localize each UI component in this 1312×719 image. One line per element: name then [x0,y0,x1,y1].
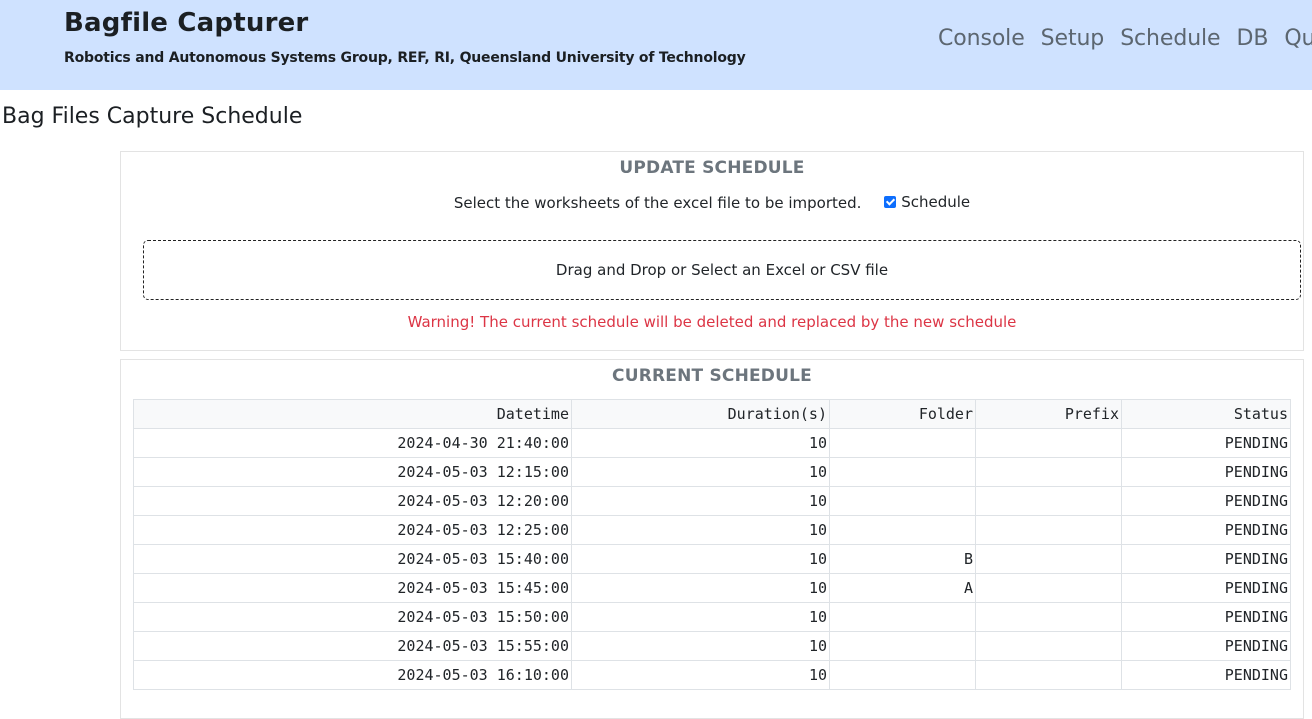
prefix-cell [975,631,1122,661]
update-schedule-card: UPDATE SCHEDULE Select the worksheets of… [120,151,1304,351]
table-row[interactable]: 2024-05-03 12:25:00 10 PENDING [133,515,1291,545]
top-nav: Console Setup Schedule DB Qu [938,26,1312,51]
duration-cell: 10 [571,631,830,661]
current-schedule-card: CURRENT SCHEDULE Datetime Duration(s) Fo… [120,359,1304,719]
status-cell: PENDING [1121,573,1291,603]
prefix-cell [975,573,1122,603]
datetime-cell: 2024-05-03 16:10:00 [133,660,572,690]
datetime-cell: 2024-05-03 15:55:00 [133,631,572,661]
status-cell: PENDING [1121,457,1291,487]
datetime-cell: 2024-05-03 15:45:00 [133,573,572,603]
duration-cell: 10 [571,544,830,574]
status-cell: PENDING [1121,428,1291,458]
status-cell: PENDING [1121,515,1291,545]
nav-schedule[interactable]: Schedule [1120,26,1220,51]
table-row[interactable]: 2024-05-03 15:50:00 10 PENDING [133,602,1291,632]
folder-cell [829,428,976,458]
prefix-cell [975,486,1122,516]
replace-warning: Warning! The current schedule will be de… [407,313,1017,331]
status-cell: PENDING [1121,544,1291,574]
column-header-datetime[interactable]: Datetime [133,399,572,429]
schedule-checkbox[interactable] [884,196,897,208]
prefix-cell [975,515,1122,545]
folder-cell [829,515,976,545]
status-cell: PENDING [1121,486,1291,516]
duration-cell: 10 [571,457,830,487]
app-subtitle: Robotics and Autonomous Systems Group, R… [64,50,746,66]
folder-cell [829,660,976,690]
duration-cell: 10 [571,660,830,690]
folder-cell [829,602,976,632]
schedule-table-body: 2024-04-30 21:40:00 10 PENDING 2024-05-03 1… [133,428,1291,690]
table-row[interactable]: 2024-05-03 15:40:00 10 B PENDING [133,544,1291,574]
table-header-row: Datetime Duration(s) Folder Prefix Statu… [133,399,1291,429]
datetime-cell: 2024-05-03 12:20:00 [133,486,572,516]
duration-cell: 10 [571,428,830,458]
schedule-checkbox-option[interactable]: Schedule [884,193,970,211]
prefix-cell [975,457,1122,487]
nav-console[interactable]: Console [938,26,1025,51]
status-cell: PENDING [1121,631,1291,661]
folder-cell: B [829,544,976,574]
folder-cell [829,631,976,661]
datetime-cell: 2024-05-03 15:50:00 [133,602,572,632]
status-cell: PENDING [1121,660,1291,690]
file-dropzone[interactable]: Drag and Drop or Select an Excel or CSV … [143,240,1301,300]
app-title: Bagfile Capturer [64,8,309,38]
column-header-duration[interactable]: Duration(s) [571,399,830,429]
worksheet-select-row: Select the worksheets of the excel file … [121,193,1303,212]
schedule-checkbox-label: Schedule [901,193,971,211]
nav-db[interactable]: DB [1236,26,1268,51]
folder-cell [829,486,976,516]
prefix-cell [975,660,1122,690]
datetime-cell: 2024-04-30 21:40:00 [133,428,572,458]
folder-cell [829,457,976,487]
worksheet-select-text: Select the worksheets of the excel file … [453,194,862,212]
duration-cell: 10 [571,573,830,603]
prefix-cell [975,428,1122,458]
current-schedule-heading: CURRENT SCHEDULE [612,366,812,386]
nav-setup[interactable]: Setup [1041,26,1105,51]
column-header-prefix[interactable]: Prefix [975,399,1122,429]
datetime-cell: 2024-05-03 15:40:00 [133,544,572,574]
schedule-table: Datetime Duration(s) Folder Prefix Statu… [133,399,1291,690]
nav-qu[interactable]: Qu [1284,26,1312,51]
status-cell: PENDING [1121,602,1291,632]
duration-cell: 10 [571,486,830,516]
table-row[interactable]: 2024-05-03 15:55:00 10 PENDING [133,631,1291,661]
datetime-cell: 2024-05-03 12:25:00 [133,515,572,545]
datetime-cell: 2024-05-03 12:15:00 [133,457,572,487]
folder-cell: A [829,573,976,603]
prefix-cell [975,602,1122,632]
duration-cell: 10 [571,602,830,632]
app-header: Bagfile Capturer Robotics and Autonomous… [0,0,1312,90]
column-header-folder[interactable]: Folder [829,399,976,429]
dropzone-text: Drag and Drop or Select an Excel or CSV … [555,261,889,279]
table-row[interactable]: 2024-05-03 12:15:00 10 PENDING [133,457,1291,487]
duration-cell: 10 [571,515,830,545]
table-row[interactable]: 2024-05-03 12:20:00 10 PENDING [133,486,1291,516]
table-row[interactable]: 2024-05-03 16:10:00 10 PENDING [133,660,1291,690]
table-row[interactable]: 2024-05-03 15:45:00 10 A PENDING [133,573,1291,603]
page-title: Bag Files Capture Schedule [2,104,303,129]
update-schedule-heading: UPDATE SCHEDULE [619,158,805,178]
column-header-status[interactable]: Status [1121,399,1291,429]
prefix-cell [975,544,1122,574]
table-row[interactable]: 2024-04-30 21:40:00 10 PENDING [133,428,1291,458]
